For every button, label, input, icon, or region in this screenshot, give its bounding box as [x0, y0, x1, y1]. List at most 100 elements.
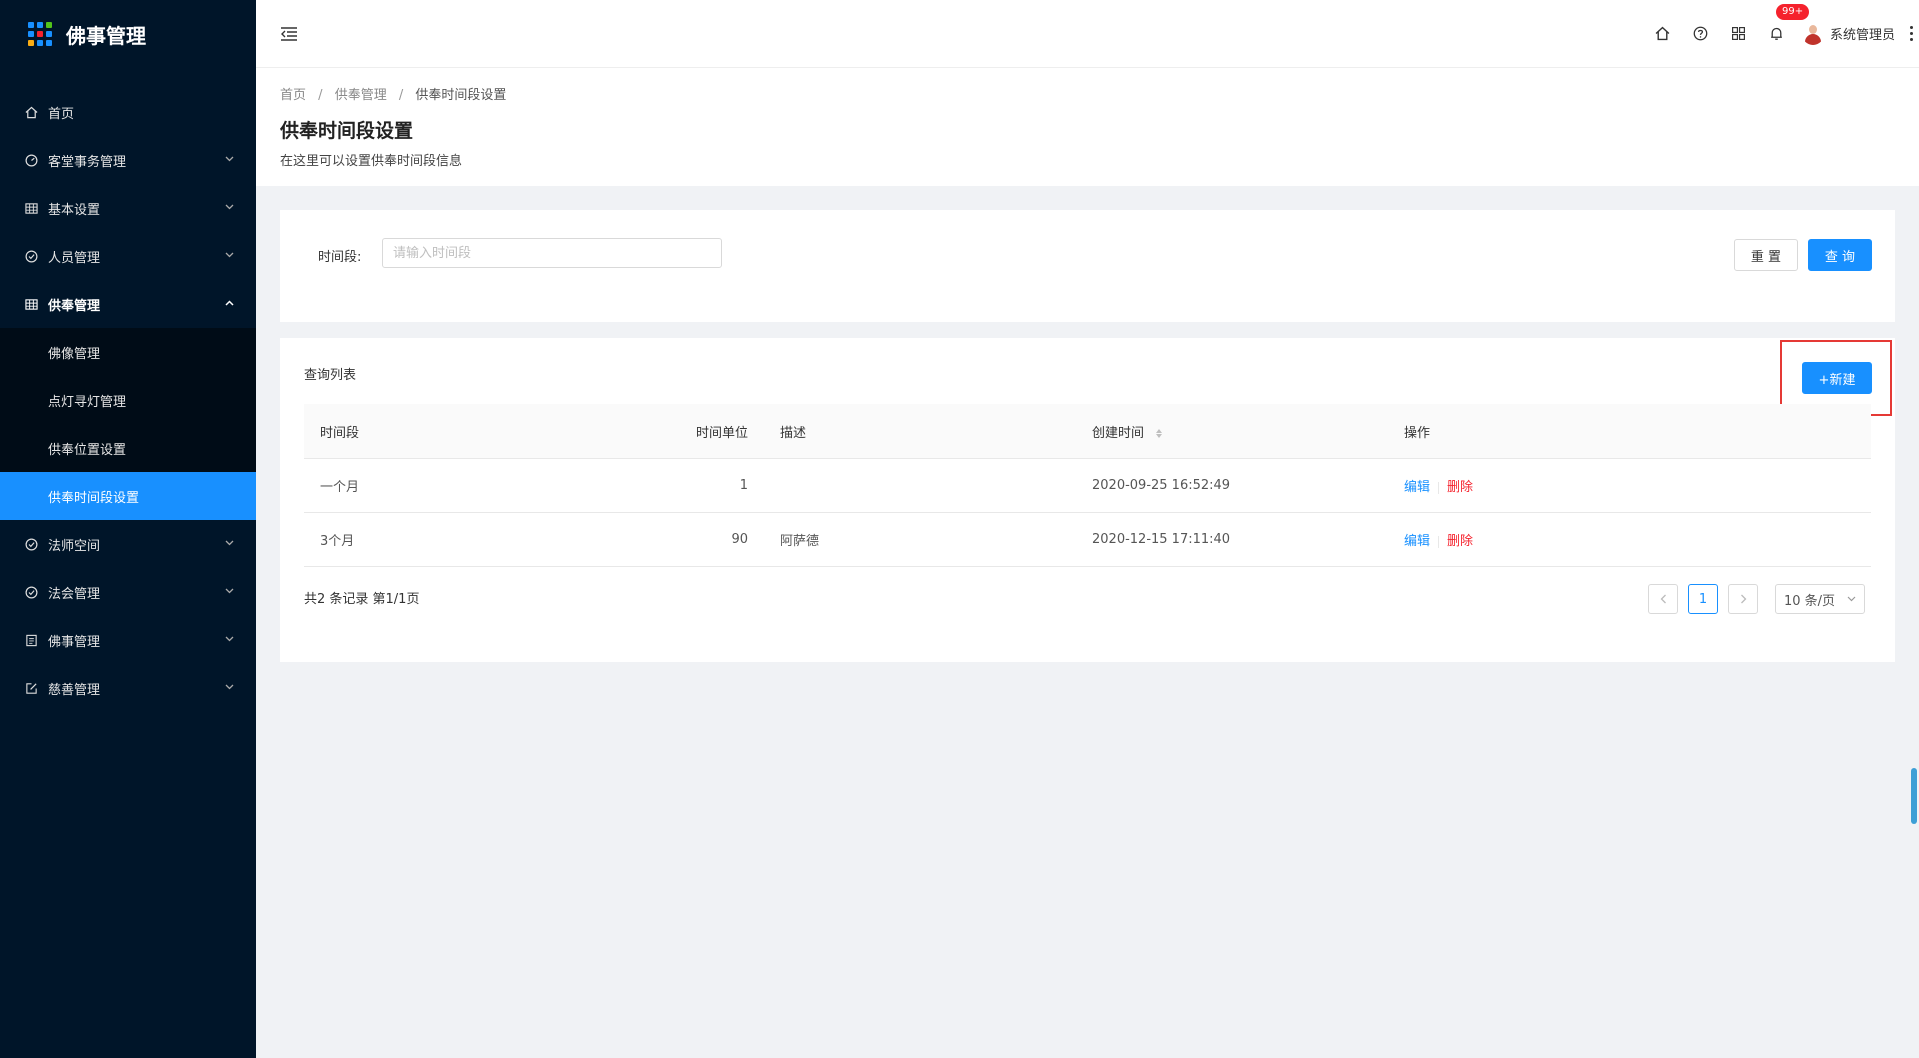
avatar	[1801, 22, 1824, 45]
cell-unit: 90	[586, 512, 764, 567]
cell-actions: 编辑 删除	[1388, 458, 1871, 513]
list-title: 查询列表	[304, 368, 357, 383]
page-scrollbar[interactable]	[1911, 768, 1917, 824]
home-icon[interactable]	[1644, 26, 1682, 41]
sidebar-item-home[interactable]: 首页	[0, 88, 256, 136]
profile-icon	[24, 633, 38, 647]
prev-page-button[interactable]	[1648, 584, 1678, 614]
cell-period: 3个月	[304, 512, 586, 567]
data-table: 时间段 时间单位 描述 创建时间 操作 一个月 1 2020-09-25 16:…	[304, 404, 1871, 567]
breadcrumb-home[interactable]: 首页	[280, 88, 306, 103]
page-title: 供奉时间段设置	[280, 120, 414, 142]
chevron-down-icon	[225, 588, 234, 594]
chevron-left-icon	[1660, 594, 1666, 604]
sidebar-item-charity[interactable]: 慈善管理	[0, 664, 256, 712]
cell-unit: 1	[586, 458, 764, 513]
notification-bell[interactable]: 99+	[1758, 4, 1810, 41]
sidebar-item-buddhist-affairs[interactable]: 佛事管理	[0, 616, 256, 664]
sidebar-item-buddha-statues[interactable]: 佛像管理	[0, 328, 256, 376]
new-button[interactable]: +新建	[1802, 362, 1872, 394]
breadcrumb-separator: /	[398, 88, 404, 103]
delete-link[interactable]: 删除	[1447, 480, 1473, 495]
cell-created: 2020-12-15 17:11:40	[1076, 512, 1388, 567]
chevron-up-icon	[225, 300, 234, 306]
sidebar-item-offerings[interactable]: 供奉管理	[0, 280, 256, 328]
page-size-value: 10 条/页	[1784, 593, 1836, 609]
col-actions: 操作	[1388, 404, 1871, 459]
cell-actions: 编辑 删除	[1388, 512, 1871, 567]
check-circle-icon	[24, 249, 38, 263]
check-circle-icon	[24, 585, 38, 599]
search-label: 时间段:	[318, 250, 362, 265]
sidebar-item-label: 慈善管理	[48, 682, 101, 698]
total-records: 共2 条记录 第1/1页	[304, 592, 420, 607]
table-row: 一个月 1 2020-09-25 16:52:49 编辑 删除	[304, 458, 1871, 513]
sidebar-item-offering-locations[interactable]: 供奉位置设置	[0, 424, 256, 472]
logo[interactable]: 佛事管理	[0, 0, 256, 68]
breadcrumb-separator: /	[318, 88, 323, 103]
delete-link[interactable]: 删除	[1447, 534, 1473, 549]
sidebar-item-master-space[interactable]: 法师空间	[0, 520, 256, 568]
breadcrumb-current: 供奉时间段设置	[415, 88, 507, 103]
chevron-right-icon	[1740, 594, 1746, 604]
sidebar-item-label: 供奉位置设置	[48, 442, 127, 458]
sidebar-item-label: 基本设置	[48, 202, 101, 218]
cell-description: 阿萨德	[764, 512, 1076, 567]
sort-icon[interactable]	[1156, 428, 1163, 438]
sidebar-item-hall-affairs[interactable]: 客堂事务管理	[0, 136, 256, 184]
query-button[interactable]: 查 询	[1808, 239, 1872, 271]
sidebar: 佛事管理 首页 客堂事务管理 基本设置 人员管理 供奉管理 佛像管理 点灯寻灯管…	[0, 0, 256, 1058]
next-page-button[interactable]	[1728, 584, 1758, 614]
sidebar-item-lamps[interactable]: 点灯寻灯管理	[0, 376, 256, 424]
sidebar-item-personnel[interactable]: 人员管理	[0, 232, 256, 280]
chevron-down-icon	[225, 684, 234, 690]
bell-icon	[1771, 27, 1783, 40]
sidebar-item-dharma-assembly[interactable]: 法会管理	[0, 568, 256, 616]
appstore-icon[interactable]	[1720, 26, 1758, 41]
col-created-label: 创建时间	[1092, 425, 1145, 441]
page-size-select[interactable]: 10 条/页	[1775, 584, 1865, 614]
table-icon	[24, 297, 38, 311]
help-icon[interactable]	[1682, 26, 1720, 41]
sidebar-item-label: 客堂事务管理	[48, 154, 127, 170]
breadcrumb: 首页 / 供奉管理 / 供奉时间段设置	[280, 84, 506, 103]
col-created[interactable]: 创建时间	[1076, 404, 1388, 459]
page-description: 在这里可以设置供奉时间段信息	[280, 154, 463, 169]
sidebar-item-label: 人员管理	[48, 250, 101, 266]
menu-fold-icon[interactable]	[280, 26, 298, 46]
sidebar-item-label: 法会管理	[48, 586, 101, 602]
edit-link[interactable]: 编辑	[1404, 480, 1430, 495]
user-name: 系统管理员	[1829, 28, 1895, 43]
sidebar-item-label: 点灯寻灯管理	[48, 394, 127, 410]
more-icon[interactable]	[1903, 26, 1919, 41]
app-grid-icon	[28, 22, 52, 46]
chevron-down-icon	[225, 204, 234, 210]
check-circle-icon	[24, 537, 38, 551]
sidebar-item-label: 法师空间	[48, 538, 101, 554]
sidebar-menu: 首页 客堂事务管理 基本设置 人员管理 供奉管理 佛像管理 点灯寻灯管理 供奉位…	[0, 88, 256, 712]
table-row: 3个月 90 阿萨德 2020-12-15 17:11:40 编辑 删除	[304, 512, 1871, 567]
chevron-down-icon	[1847, 596, 1856, 602]
sidebar-item-label: 首页	[48, 106, 75, 122]
page-1-button[interactable]: 1	[1688, 584, 1718, 614]
cell-period: 一个月	[304, 458, 586, 513]
chevron-down-icon	[225, 636, 234, 642]
header-actions: 99+ 系统管理员	[1644, 0, 1919, 67]
chevron-down-icon	[225, 252, 234, 258]
notification-badge: 99+	[1775, 4, 1810, 20]
sidebar-item-label: 佛事管理	[48, 634, 101, 650]
edit-link[interactable]: 编辑	[1404, 534, 1430, 549]
sidebar-item-basic-settings[interactable]: 基本设置	[0, 184, 256, 232]
sidebar-item-label: 供奉管理	[48, 298, 101, 314]
cell-description	[764, 458, 1076, 513]
user-menu[interactable]: 系统管理员	[1801, 22, 1895, 45]
reset-button[interactable]: 重 置	[1734, 239, 1798, 271]
action-divider	[1438, 481, 1440, 494]
page-header: 首页 / 供奉管理 / 供奉时间段设置 供奉时间段设置 在这里可以设置供奉时间段…	[256, 68, 1919, 186]
home-icon	[24, 105, 38, 119]
chevron-down-icon	[225, 156, 234, 162]
period-search-input[interactable]	[382, 238, 722, 268]
sidebar-item-offering-periods[interactable]: 供奉时间段设置	[0, 472, 256, 520]
breadcrumb-offerings[interactable]: 供奉管理	[335, 88, 387, 103]
top-header: 99+ 系统管理员	[256, 0, 1919, 68]
